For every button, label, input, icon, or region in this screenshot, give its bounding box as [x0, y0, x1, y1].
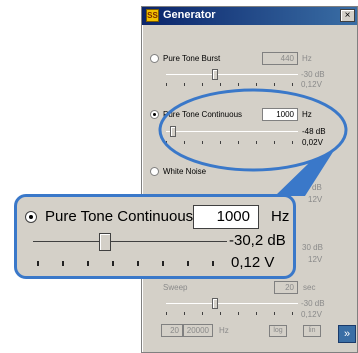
- zoom-db: -30,2 dB: [229, 232, 286, 249]
- zoom-unit: Hz: [271, 208, 290, 225]
- zoom-radio-continuous[interactable]: [25, 211, 37, 223]
- zoom-level-thumb[interactable]: [99, 233, 111, 251]
- zoom-label: Pure Tone Continuous: [45, 208, 194, 225]
- zoom-callout: Pure Tone Continuous 1000 Hz -30,2 dB 0,…: [14, 194, 296, 279]
- zoom-level-track[interactable]: [33, 241, 227, 242]
- zoom-frequency-field[interactable]: 1000: [193, 205, 259, 229]
- zoom-volts: 0,12 V: [231, 254, 275, 271]
- callout-connector: [158, 88, 348, 196]
